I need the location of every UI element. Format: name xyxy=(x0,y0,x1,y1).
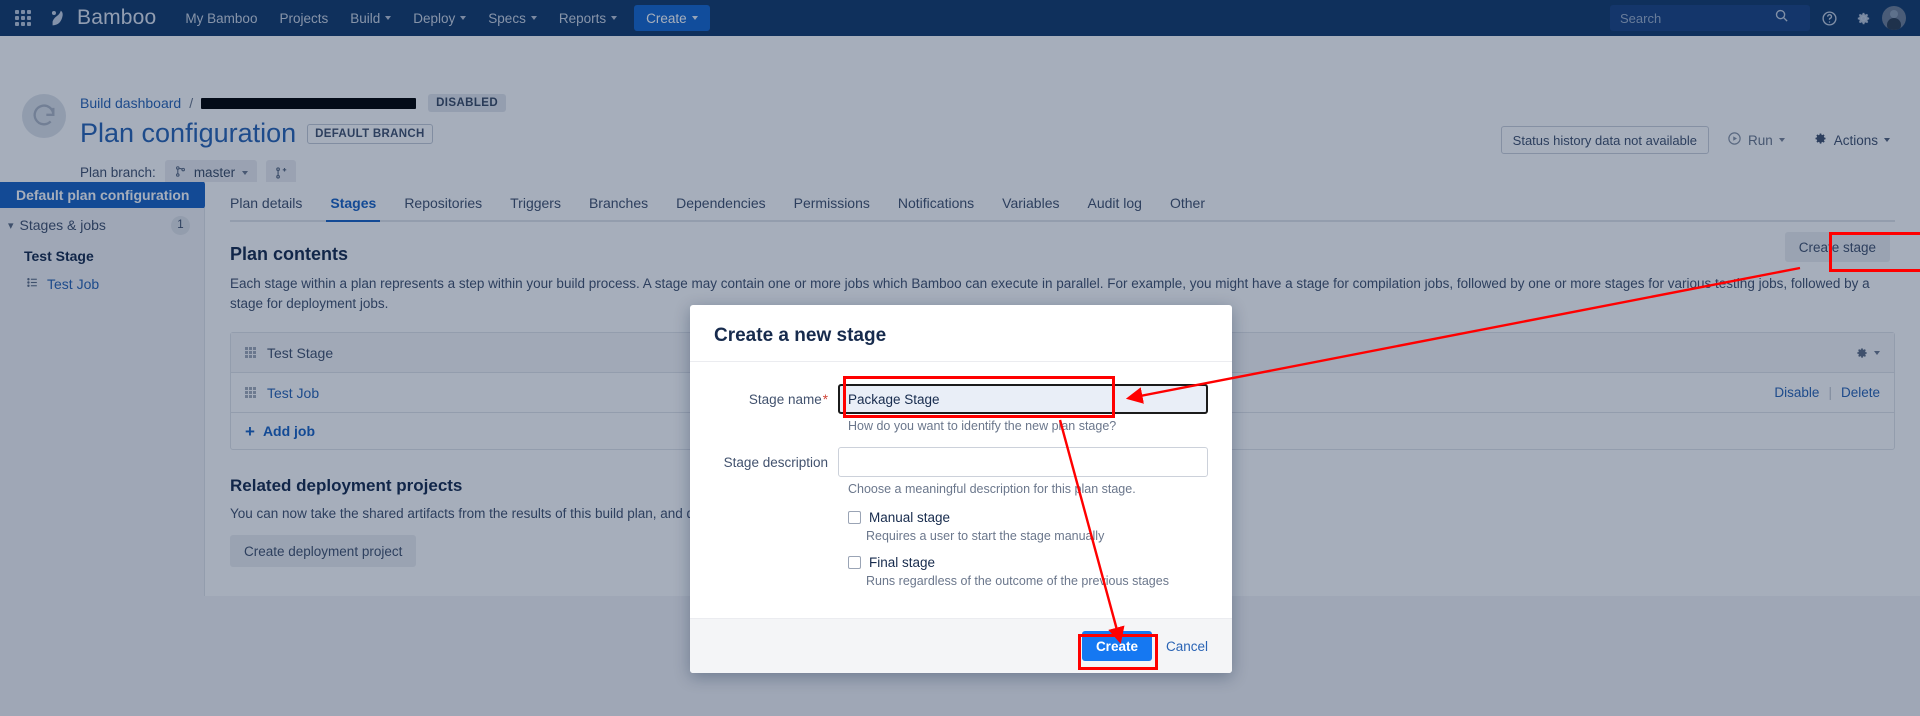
stage-name-input[interactable] xyxy=(838,384,1208,414)
manual-stage-row: Manual stage xyxy=(848,510,1208,525)
manual-stage-hint: Requires a user to start the stage manua… xyxy=(866,529,1105,543)
app-root: Bamboo My Bamboo Projects Build Deploy S… xyxy=(0,0,1920,716)
stage-name-label-text: Stage name xyxy=(748,391,822,407)
final-stage-row: Final stage xyxy=(848,555,1208,570)
stage-name-hint: How do you want to identify the new plan… xyxy=(848,419,1117,433)
manual-stage-checkbox[interactable] xyxy=(848,511,861,524)
required-asterisk: * xyxy=(822,391,828,407)
dialog-header: Create a new stage xyxy=(690,305,1232,362)
stage-description-label: Stage description xyxy=(723,454,828,470)
dialog-footer: Create Cancel xyxy=(690,618,1232,673)
dialog-title: Create a new stage xyxy=(714,325,887,346)
stage-description-row: Stage description xyxy=(714,447,1208,477)
stage-description-input[interactable] xyxy=(838,447,1208,477)
dialog-create-button[interactable]: Create xyxy=(1081,631,1152,661)
stage-name-row: Stage name* xyxy=(714,384,1208,414)
dialog-cancel-button[interactable]: Cancel xyxy=(1166,639,1208,654)
manual-stage-label[interactable]: Manual stage xyxy=(869,510,950,525)
final-stage-label[interactable]: Final stage xyxy=(869,555,935,570)
final-stage-hint: Runs regardless of the outcome of the pr… xyxy=(866,574,1169,588)
stage-name-label: Stage name* xyxy=(714,392,838,407)
stage-description-hint: Choose a meaningful description for this… xyxy=(848,482,1136,496)
create-stage-dialog: Create a new stage Stage name* How do yo… xyxy=(690,305,1232,673)
dialog-body: Stage name* How do you want to identify … xyxy=(690,362,1232,618)
final-stage-checkbox[interactable] xyxy=(848,556,861,569)
